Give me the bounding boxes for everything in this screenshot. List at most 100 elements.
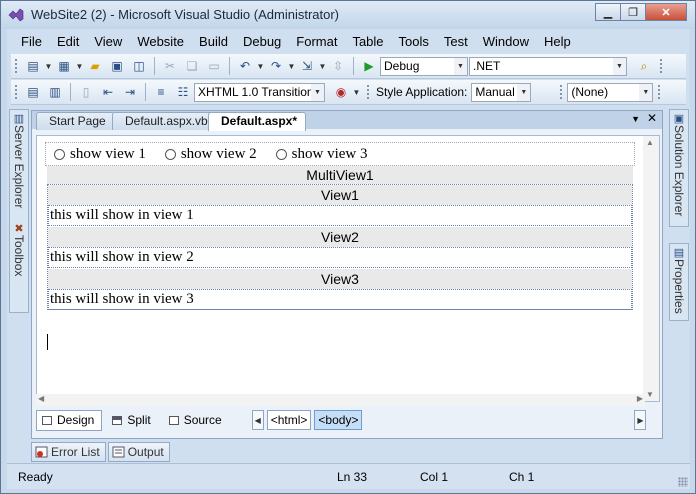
list-icon[interactable]: ≡	[150, 82, 172, 102]
minimize-button[interactable]: ▁	[595, 3, 621, 21]
platform-select[interactable]: .NET ▼	[469, 56, 627, 76]
breadcrumb-html[interactable]: <html>	[266, 410, 312, 430]
outdent-icon[interactable]: ⇤	[97, 82, 119, 102]
properties-tab[interactable]: ▤ Properties	[670, 246, 688, 314]
split-view-button[interactable]: Split	[106, 410, 158, 431]
save-all-icon[interactable]: ◫	[128, 56, 150, 76]
toolbar-grip[interactable]	[366, 83, 370, 101]
open-folder-icon[interactable]: ▰	[84, 56, 106, 76]
menu-debug[interactable]: Debug	[243, 34, 281, 49]
copy-icon[interactable]: ❏	[181, 56, 203, 76]
scroll-right-icon[interactable]: ▶	[637, 394, 643, 403]
new-project-icon[interactable]: ▤	[22, 56, 44, 76]
chevron-down-icon[interactable]: ▼	[318, 62, 327, 71]
radio-show-view-3[interactable]: show view 3	[275, 146, 367, 163]
scroll-left-icon[interactable]: ◀	[38, 394, 44, 403]
toolbox-tab[interactable]: ✖ Toolbox	[10, 222, 28, 276]
chevron-down-icon: ▼	[311, 83, 324, 101]
menu-help[interactable]: Help	[544, 34, 571, 49]
scroll-up-icon[interactable]: ▲	[646, 138, 654, 147]
breadcrumb-back-icon[interactable]: ◀	[251, 410, 264, 430]
menu-table[interactable]: Table	[352, 34, 383, 49]
chevron-down-icon[interactable]: ▼	[256, 62, 265, 71]
bookmark-icon[interactable]: ☷	[172, 82, 194, 102]
comment-icon[interactable]: ▯	[75, 82, 97, 102]
close-button[interactable]: ✕	[645, 3, 687, 21]
server-explorer-tab[interactable]: ▥ Server Explorer	[10, 112, 28, 208]
toolbar-grip[interactable]	[14, 83, 18, 101]
document-outline-icon[interactable]: ▤	[22, 82, 44, 102]
menu-tools[interactable]: Tools	[399, 34, 429, 49]
view1-content[interactable]: this will show in view 1	[48, 205, 632, 226]
breadcrumb-forward-icon[interactable]: ▶	[634, 410, 647, 430]
menu-window[interactable]: Window	[483, 34, 529, 49]
redo-icon[interactable]: ↷	[265, 56, 287, 76]
start-debugging-icon[interactable]: ▶	[358, 56, 380, 76]
view3-content[interactable]: this will show in view 3	[48, 289, 632, 310]
design-view-button[interactable]: Design	[36, 409, 103, 431]
toolbar-overflow-grip[interactable]	[659, 57, 663, 75]
solution-explorer-tab[interactable]: ▣ Solution Explorer	[670, 112, 688, 216]
menu-view[interactable]: View	[94, 34, 122, 49]
scroll-down-icon[interactable]: ▼	[646, 390, 654, 399]
format-document-icon[interactable]: ▥	[44, 82, 66, 102]
menu-website[interactable]: Website	[137, 34, 184, 49]
close-document-icon[interactable]: ✕	[647, 111, 657, 125]
navigate-forward-icon[interactable]: ⇳	[327, 56, 349, 76]
tab-output[interactable]: Output	[107, 442, 170, 462]
cut-icon[interactable]: ✂	[159, 56, 181, 76]
toolbar-overflow-grip[interactable]	[657, 83, 662, 101]
tab-default-aspx[interactable]: Default.aspx*	[208, 112, 307, 131]
vertical-scrollbar[interactable]: ▲ ▼	[643, 136, 659, 401]
multiview-label[interactable]: MultiView1	[47, 166, 633, 184]
tab-default-aspx-vb[interactable]: Default.aspx.vb*	[112, 112, 222, 130]
title-bar[interactable]: WebSite2 (2) - Microsoft Visual Studio (…	[1, 1, 695, 29]
radio-circle[interactable]	[54, 148, 65, 160]
radio-show-view-1[interactable]: show view 1	[54, 146, 146, 163]
target-rule-select[interactable]: (None) ▼	[567, 82, 654, 102]
chevron-down-icon: ▼	[613, 57, 626, 75]
multiview-control[interactable]: View1 this will show in view 1 View2 thi…	[47, 184, 633, 310]
undo-icon[interactable]: ↶	[234, 56, 256, 76]
check-accessibility-icon[interactable]: ◉	[330, 82, 352, 102]
tab-start-page[interactable]: Start Page	[36, 112, 115, 130]
maximize-button[interactable]: ❐	[620, 3, 646, 21]
paste-icon[interactable]: ▭	[203, 56, 225, 76]
tab-error-list[interactable]: Error List	[31, 442, 106, 462]
menu-edit[interactable]: Edit	[57, 34, 79, 49]
radio-circle[interactable]	[164, 148, 176, 160]
navigate-icon[interactable]: ⇲	[296, 56, 318, 76]
source-view-button[interactable]: Source	[163, 410, 230, 431]
window-title: WebSite2 (2) - Microsoft Visual Studio (…	[31, 7, 340, 22]
design-surface[interactable]: show view 1 show view 2 show view 3 Mult…	[36, 135, 660, 402]
view3-label[interactable]: View3	[48, 269, 632, 289]
doctype-select[interactable]: XHTML 1.0 Transitional ▼	[194, 82, 325, 102]
indent-icon[interactable]: ⇥	[119, 82, 141, 102]
menu-format[interactable]: Format	[296, 34, 337, 49]
visual-studio-logo-icon	[8, 8, 24, 22]
toolbar-grip[interactable]	[559, 83, 564, 101]
chevron-down-icon[interactable]: ▼	[75, 62, 84, 71]
add-item-icon[interactable]: ▦	[53, 56, 75, 76]
chevron-down-icon[interactable]: ▼	[287, 62, 296, 71]
solution-configuration-select[interactable]: Debug ▼	[380, 56, 468, 76]
save-icon[interactable]: ▣	[106, 56, 128, 76]
toolbar-grip[interactable]	[14, 57, 18, 75]
radio-show-view-2[interactable]: show view 2	[164, 146, 257, 163]
radio-circle[interactable]	[275, 148, 287, 160]
horizontal-scrollbar[interactable]: ◀ ▶	[36, 394, 645, 406]
menu-test[interactable]: Test	[444, 34, 468, 49]
tab-list-icon[interactable]: ▼	[631, 114, 640, 124]
view1-label[interactable]: View1	[48, 185, 632, 205]
breadcrumb-body[interactable]: <body>	[314, 410, 363, 430]
menu-build[interactable]: Build	[199, 34, 228, 49]
chevron-down-icon[interactable]: ▼	[44, 62, 53, 71]
style-application-select[interactable]: Manual ▼	[471, 82, 532, 102]
find-in-files-icon[interactable]: ⌕	[633, 56, 655, 76]
resize-grip-icon[interactable]	[678, 477, 688, 487]
view2-content[interactable]: this will show in view 2	[48, 247, 632, 268]
separator	[229, 57, 230, 75]
chevron-down-icon[interactable]: ▼	[352, 88, 361, 97]
menu-file[interactable]: File	[21, 34, 42, 49]
view2-label[interactable]: View2	[48, 227, 632, 247]
